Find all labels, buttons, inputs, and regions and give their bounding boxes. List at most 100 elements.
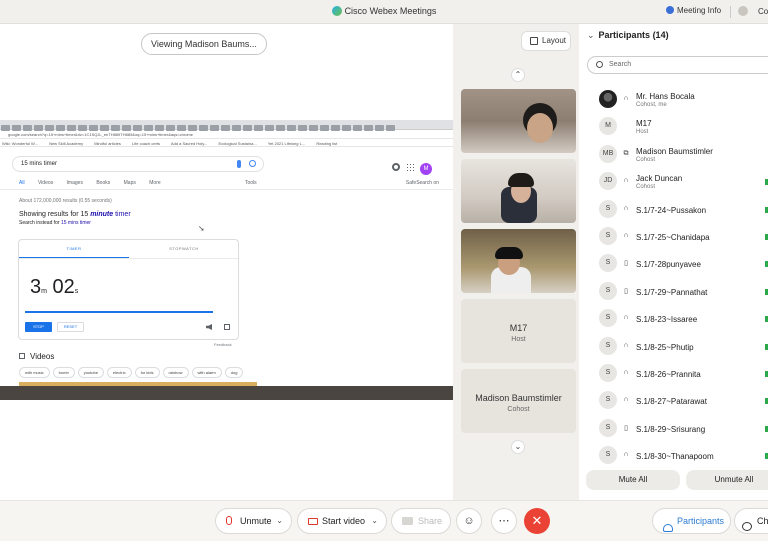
safesearch-label[interactable]: SafeSearch on (406, 180, 439, 186)
microphone-icon[interactable] (237, 160, 241, 168)
headset-icon: ∩ (623, 396, 629, 404)
chevron-down-icon[interactable]: ⌄ (587, 30, 595, 40)
video-tile-camera[interactable] (461, 159, 576, 223)
avatar: M (599, 117, 617, 136)
share-button[interactable]: Share (391, 508, 451, 534)
stop-button[interactable]: STOP (25, 322, 52, 332)
layout-label: Layout (542, 36, 567, 45)
search-query-text: 15 mins timer (21, 161, 58, 167)
video-tile-m17[interactable]: M17 Host (461, 299, 576, 363)
unmute-button[interactable]: Unmute ⌄ (215, 508, 292, 534)
bookmark[interactable]: Yet 2021 Lifelong L... (268, 141, 305, 146)
browser-address-bar[interactable]: google.com/search?q=15+mins+timer&rlz=1C… (0, 130, 453, 139)
timer-tab[interactable]: TIMER (19, 246, 129, 251)
filter-chip[interactable]: bomb (52, 367, 75, 378)
participant-row[interactable]: ∩ Mr. Hans Bocala Cohost, me (579, 86, 768, 113)
start-video-button[interactable]: Start video ⌄ (297, 508, 387, 534)
reset-button[interactable]: RESET (57, 322, 84, 332)
tab-videos[interactable]: Videos (38, 180, 53, 186)
filter-chip[interactable]: for kids (134, 367, 160, 378)
feedback-link[interactable]: Feedback (214, 342, 232, 347)
participant-name: M17 (636, 119, 652, 129)
headset-icon: ∩ (623, 177, 629, 185)
gear-icon[interactable] (392, 163, 400, 171)
participant-row[interactable]: S ∩ S.1/8-30~Thanapoom (579, 442, 768, 469)
showing-suffix[interactable]: timer (113, 211, 131, 218)
participant-name: S.1/8-29~Srisurang (636, 424, 706, 434)
browser-tab-strip (0, 120, 453, 131)
filter-chip[interactable]: electric (106, 367, 132, 378)
bookmark[interactable]: Add a Sacred Holy... (171, 141, 207, 146)
tab-images[interactable]: Images (67, 180, 83, 186)
instead-link[interactable]: 15 mins timer (61, 220, 91, 226)
corrected-term[interactable]: minute (90, 211, 113, 218)
search-icon[interactable] (249, 160, 256, 167)
layout-button[interactable]: Layout (521, 31, 571, 51)
participant-row[interactable]: S ∩ S.1/7-25~Chanidapa (579, 223, 768, 250)
participant-search-input[interactable]: Search (587, 56, 768, 74)
filter-chip[interactable]: youtube (77, 367, 104, 378)
chat-button[interactable]: Ch (734, 508, 768, 534)
bookmark[interactable]: New Skill Academy (49, 141, 83, 146)
mouse-cursor-icon: ➘ (198, 224, 205, 233)
chevron-down-icon[interactable]: ⌄ (276, 509, 283, 533)
chevron-down-icon[interactable]: ⌄ (511, 440, 525, 454)
filter-chip[interactable]: rainbow (162, 367, 189, 378)
timer-progress-bar (25, 311, 213, 313)
participant-row[interactable]: JD ∩ Jack Duncan Cohost (579, 168, 768, 195)
tools-button[interactable]: Tools (245, 180, 257, 186)
mute-all-button[interactable]: Mute All (586, 470, 680, 490)
account-avatar[interactable]: M (420, 163, 432, 175)
panel-title[interactable]: ⌄ Participants (14) (587, 30, 669, 41)
viewing-indicator[interactable]: Viewing Madison Baums... (141, 33, 267, 55)
app-title-text: Cisco Webex Meetings (344, 6, 437, 16)
filter-chip[interactable]: with music (19, 367, 50, 378)
smiley-icon[interactable]: ☺ (456, 508, 482, 534)
participant-row[interactable]: M M17 Host (579, 113, 768, 140)
fullscreen-icon[interactable] (224, 324, 230, 330)
phone-icon: ▯ (624, 424, 628, 432)
tab-all[interactable]: All (19, 180, 25, 186)
participant-name: S.1/7-25~Chanidapa (636, 232, 710, 242)
titlebar-divider (730, 6, 731, 18)
participant-row[interactable]: S ∩ S.1/7-24~Pussakon (579, 196, 768, 223)
shared-screen: Viewing Madison Baums... google.com/sear… (0, 24, 453, 500)
participant-row[interactable]: S ▯ S.1/7-28punyavee (579, 250, 768, 277)
participant-row[interactable]: S ▯ S.1/7-29~Pannathat (579, 278, 768, 305)
participant-name: S.1/8-26~Prannita (636, 369, 701, 379)
end-meeting-close-icon[interactable]: ✕ (524, 508, 550, 534)
participant-row[interactable]: S ∩ S.1/8-26~Prannita (579, 360, 768, 387)
participant-row[interactable]: S ∩ S.1/8-27~Patarawat (579, 387, 768, 414)
unmute-label: Unmute (240, 516, 272, 526)
video-tile-madison[interactable]: Madison Baumstimler Cohost (461, 369, 576, 433)
bookmark[interactable]: Mindful articles (94, 141, 121, 146)
bookmark[interactable]: Ecological Sustaina... (218, 141, 256, 146)
chevron-up-icon[interactable]: ⌃ (511, 68, 525, 82)
tab-more[interactable]: More (149, 180, 160, 186)
participant-row[interactable]: S ▯ S.1/8-29~Srisurang (579, 415, 768, 442)
participant-row[interactable]: MB ⧉ Madison Baumstimler Cohost (579, 141, 768, 168)
bookmark[interactable]: Life coach certs (132, 141, 160, 146)
participant-row[interactable]: S ∩ S.1/8-25~Phutip (579, 333, 768, 360)
filter-chip[interactable]: with alarm (191, 367, 222, 378)
taskbar-band (0, 386, 453, 400)
tab-books[interactable]: Books (96, 180, 110, 186)
volume-icon[interactable] (206, 324, 212, 330)
bookmark[interactable]: Reading list (316, 141, 337, 146)
filter-chip[interactable]: dog (224, 367, 244, 378)
unmute-all-button[interactable]: Unmute All (686, 470, 768, 490)
bookmark[interactable]: Wiki: Wonderful W... (2, 141, 38, 146)
user-avatar-icon[interactable] (738, 6, 748, 16)
participant-row[interactable]: S ∩ S.1/8-23~Issaree (579, 305, 768, 332)
meeting-info-button[interactable]: Meeting Info (666, 6, 721, 15)
chevron-down-icon[interactable]: ⌄ (371, 509, 378, 533)
video-tile-camera[interactable] (461, 229, 576, 293)
google-search-input[interactable]: 15 mins timer (12, 156, 264, 172)
tab-maps[interactable]: Maps (124, 180, 136, 186)
video-tile-camera[interactable] (461, 89, 576, 153)
headset-icon: ∩ (623, 95, 629, 102)
apps-grid-icon[interactable] (406, 163, 414, 171)
participants-button[interactable]: Participants (652, 508, 731, 534)
stopwatch-tab[interactable]: STOPWATCH (129, 246, 239, 251)
ellipsis-icon[interactable]: ⋯ (491, 508, 517, 534)
